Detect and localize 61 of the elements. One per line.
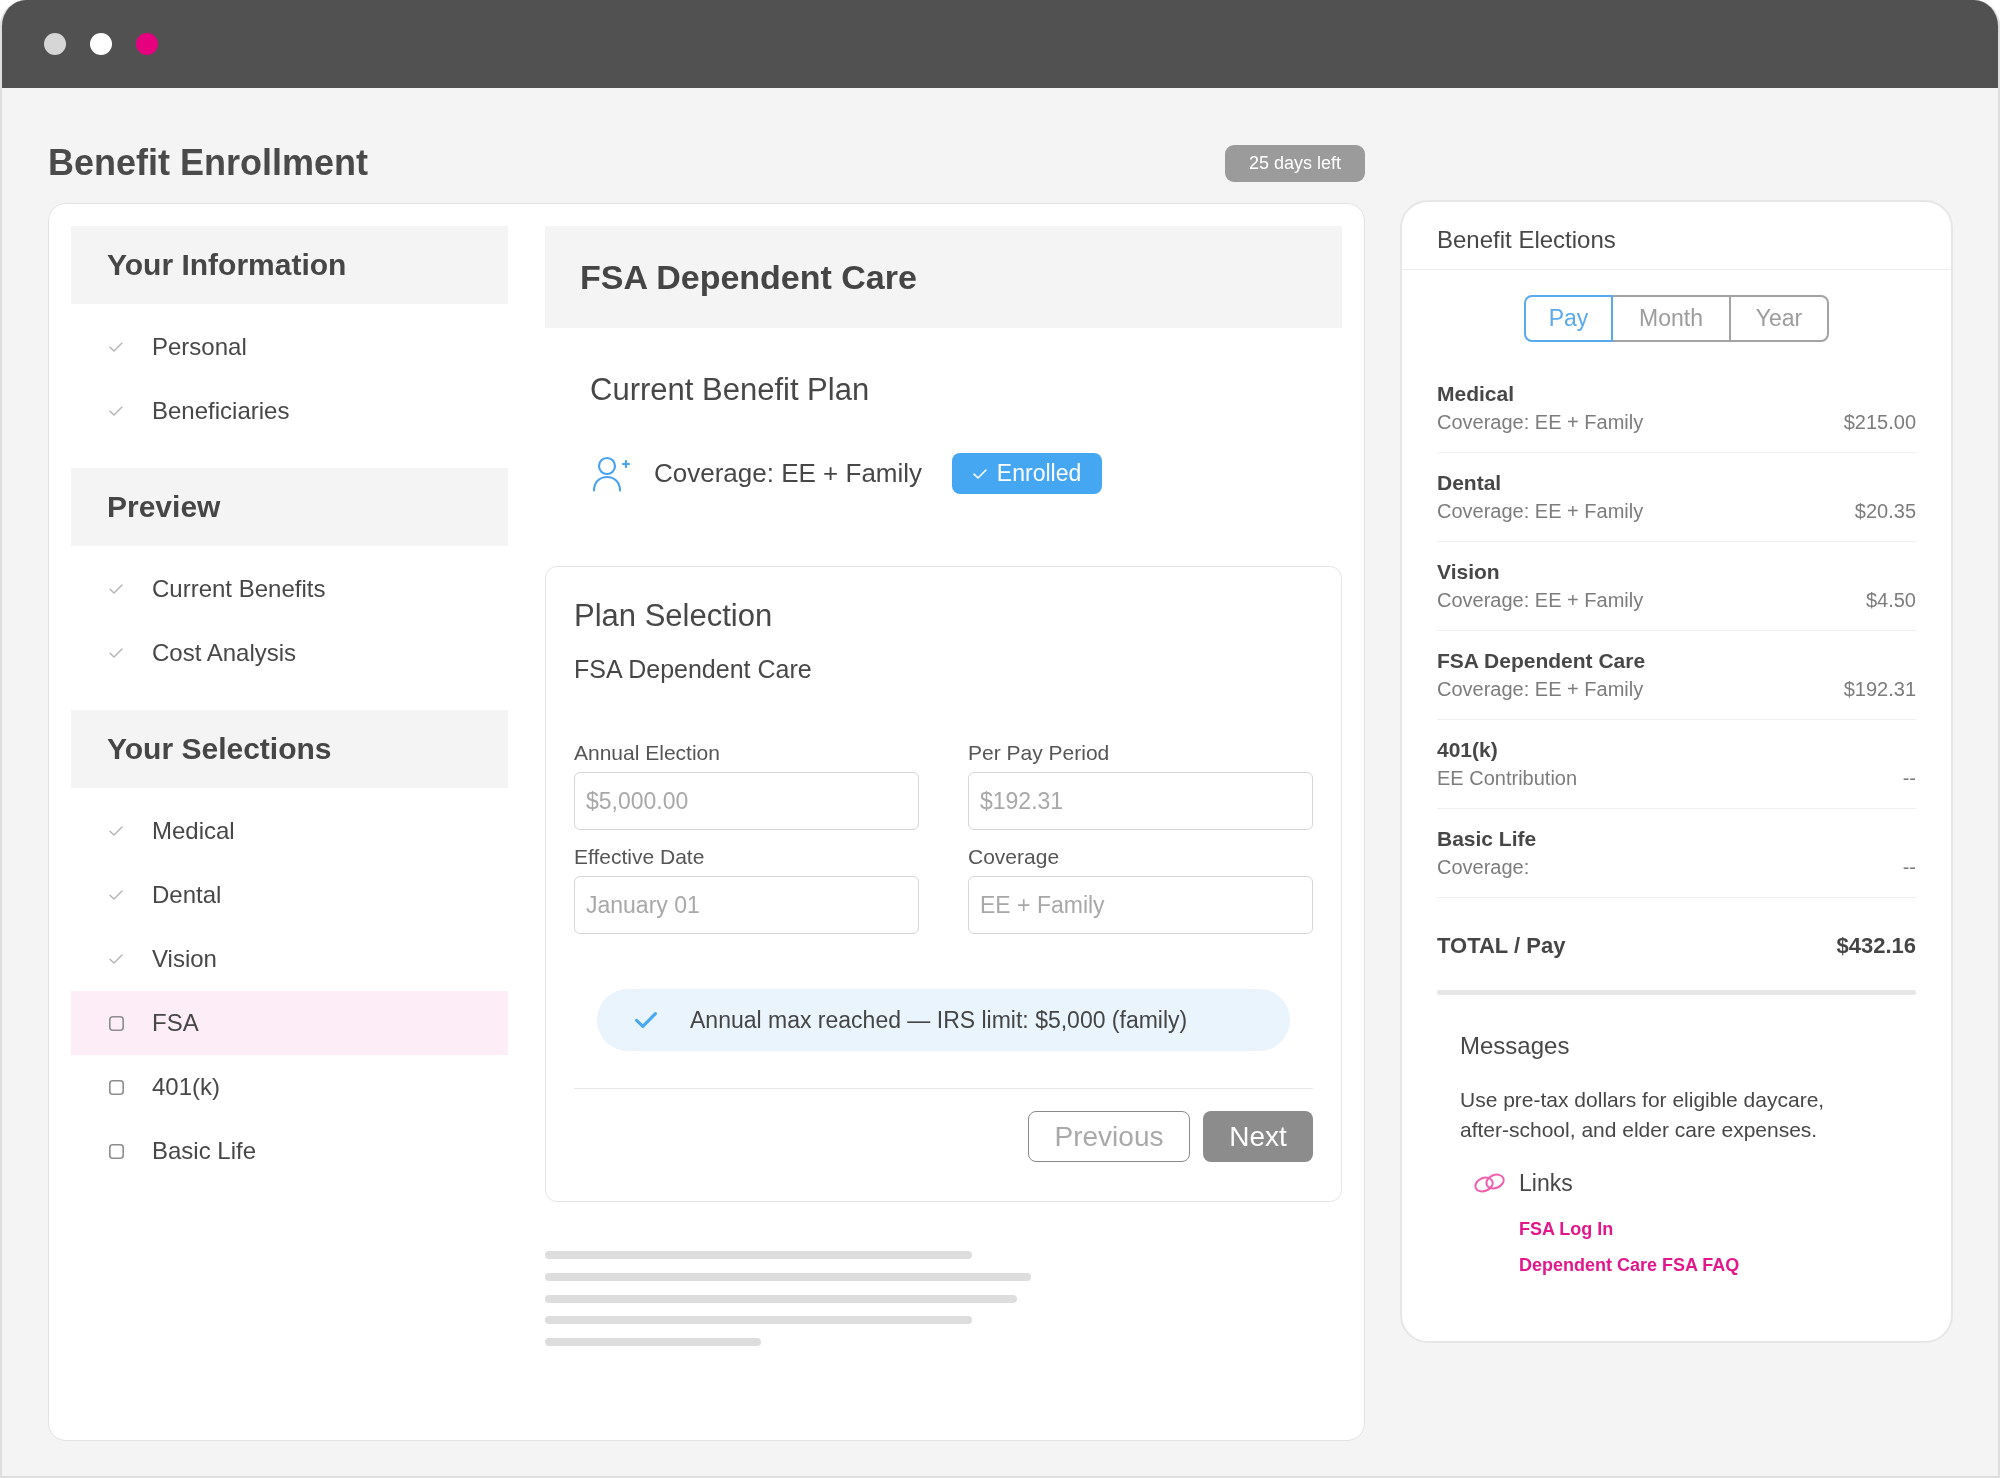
nav-item[interactable]: Beneficiaries bbox=[71, 379, 508, 443]
nav-item[interactable]: Medical bbox=[71, 799, 508, 863]
benefit-name: FSA Dependent Care bbox=[1437, 648, 1646, 674]
amount: $4.50 bbox=[1865, 588, 1916, 613]
nav-item[interactable]: Cost Analysis bbox=[71, 621, 508, 685]
field-label: Annual Election bbox=[574, 740, 720, 766]
message-text: Use pre-tax dollars for eligible daycare, after-school, and elder care expenses. bbox=[1460, 1087, 1826, 1143]
field-label: Effective Date bbox=[574, 844, 705, 870]
plan-name: FSA Dependent Care bbox=[574, 655, 812, 683]
nav-item[interactable]: Current Benefits bbox=[71, 557, 508, 621]
coverage-detail: Coverage: EE + Family bbox=[1437, 499, 1644, 524]
section-header: Your Selections bbox=[71, 710, 508, 788]
previous-button[interactable]: Previous bbox=[1028, 1111, 1190, 1162]
days-left-badge: 25 days left bbox=[1224, 144, 1365, 182]
benefit-name: Dental bbox=[1437, 470, 1502, 496]
status-label: Enrolled bbox=[996, 460, 1082, 487]
coverage-detail: Coverage: EE + Family bbox=[1437, 410, 1644, 435]
amount: $192.31 bbox=[1843, 677, 1916, 702]
link-icon bbox=[1473, 1172, 1506, 1194]
benefit-name: Vision bbox=[1437, 559, 1500, 585]
links-title: Links bbox=[1519, 1169, 1573, 1197]
section-title: Current Benefit Plan bbox=[590, 371, 870, 409]
card-title: Plan Selection bbox=[574, 597, 773, 635]
section-header: Your Information bbox=[71, 226, 508, 304]
coverage-detail: Coverage: bbox=[1437, 855, 1530, 880]
person-add-icon bbox=[592, 455, 630, 492]
link[interactable]: Dependent Care FSA FAQ bbox=[1519, 1247, 1740, 1283]
messages-title: Messages bbox=[1460, 1031, 1570, 1061]
amount: $20.35 bbox=[1854, 499, 1916, 524]
section-header: Preview bbox=[71, 468, 508, 546]
nav-item[interactable]: FSA bbox=[71, 991, 508, 1055]
amount: -- bbox=[1902, 855, 1916, 880]
period-tab[interactable]: Pay bbox=[1524, 295, 1613, 342]
next-button[interactable]: Next bbox=[1203, 1111, 1313, 1162]
nav-item[interactable]: Dental bbox=[71, 863, 508, 927]
check-icon bbox=[635, 1012, 657, 1028]
nav-item[interactable]: Vision bbox=[71, 927, 508, 991]
nav-item[interactable]: Personal bbox=[71, 315, 508, 379]
panel-title: Benefit Elections bbox=[1437, 225, 1616, 254]
coverage-detail: EE Contribution bbox=[1437, 766, 1578, 791]
field-label: Per Pay Period bbox=[968, 740, 1110, 766]
nav-item[interactable]: 401(k) bbox=[71, 1055, 508, 1119]
benefit-name: Medical bbox=[1437, 381, 1515, 407]
coverage-detail: Coverage: EE + Family bbox=[1437, 677, 1644, 702]
check-icon bbox=[972, 468, 987, 479]
period-tab[interactable]: Month bbox=[1611, 295, 1731, 342]
benefit-name: Basic Life bbox=[1437, 826, 1537, 852]
period-tab[interactable]: Year bbox=[1729, 295, 1829, 342]
coverage-detail: Coverage: EE + Family bbox=[1437, 588, 1644, 613]
nav-item[interactable]: Basic Life bbox=[71, 1119, 508, 1183]
amount: -- bbox=[1902, 766, 1916, 791]
total-amount: $432.16 bbox=[1836, 932, 1916, 960]
amount: $215.00 bbox=[1843, 410, 1916, 435]
alert-text: Annual max reached — IRS limit: $5,000 (family) bbox=[690, 1006, 1188, 1034]
total-label: TOTAL / Pay bbox=[1437, 932, 1566, 960]
benefit-name: 401(k) bbox=[1437, 737, 1498, 763]
plan-heading: FSA Dependent Care bbox=[545, 226, 1342, 328]
coverage-text: Coverage: EE + Family bbox=[654, 458, 923, 489]
link[interactable]: FSA Log In bbox=[1519, 1211, 1614, 1247]
field-label: Coverage bbox=[968, 844, 1060, 870]
page-title: Benefit Enrollment bbox=[48, 142, 369, 184]
